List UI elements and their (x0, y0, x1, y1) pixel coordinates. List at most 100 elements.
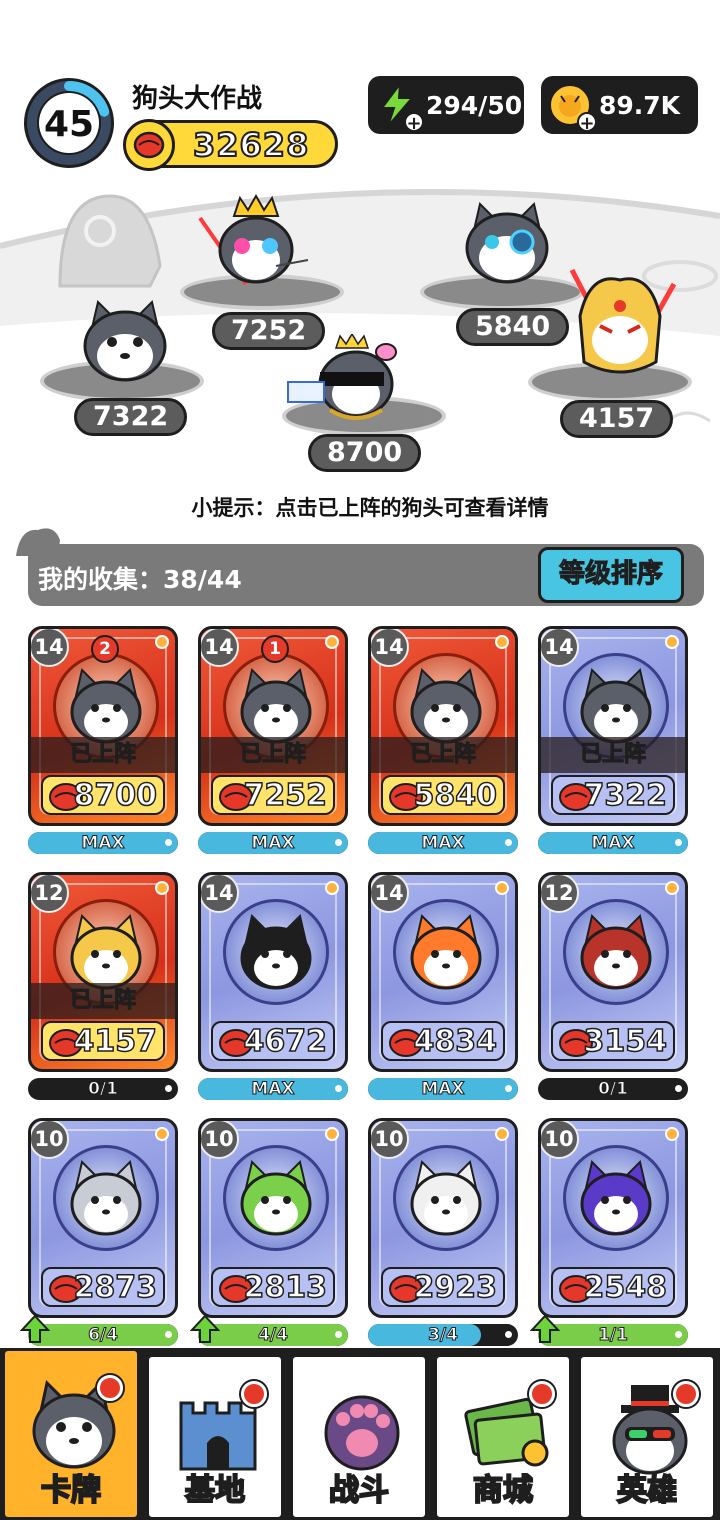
card-power: 4834 (381, 1021, 505, 1061)
tab-cards[interactable]: 卡牌 (2, 1348, 140, 1520)
paw-icon (324, 1395, 400, 1471)
card-level-badge: 12 (31, 875, 69, 913)
total-power-pill: 32628 (123, 119, 338, 171)
tab-heroes[interactable]: 英雄 (578, 1354, 716, 1520)
progress-label: MAX (81, 833, 125, 854)
progress-label: 3/4 (428, 1325, 459, 1346)
dog-card[interactable]: 10 2873 (28, 1118, 178, 1318)
total-power-value: 32628 (192, 125, 310, 165)
card-progress-bar: MAX (368, 832, 518, 854)
dog-card[interactable]: 10 2923 (368, 1118, 518, 1318)
dog-card[interactable]: 14 4672 (198, 872, 348, 1072)
card-progress-bar: 0/1 (28, 1078, 178, 1100)
slot-power: 7322 (74, 398, 188, 436)
energy-counter[interactable]: + 294/50 (368, 76, 524, 134)
upgrade-arrow-icon[interactable] (529, 1314, 561, 1344)
plain-dog-head-icon (83, 300, 167, 382)
lightning-icon: + (374, 80, 424, 134)
progress-label: 4/4 (258, 1325, 289, 1346)
laser-eyes-dog-portrait-icon (393, 1145, 499, 1251)
card-power: 2923 (381, 1267, 505, 1307)
slot-power: 5840 (456, 308, 570, 346)
add-energy-icon[interactable]: + (404, 112, 424, 134)
card-progress-bar: 3/4 (368, 1324, 518, 1346)
card-level-badge: 14 (541, 629, 579, 667)
card-power: 4157 (41, 1021, 165, 1061)
card-progress-bar: MAX (538, 832, 688, 854)
progress-end-dot (675, 1085, 682, 1092)
slot-power: 8700 (308, 434, 422, 472)
card-progress-bar: MAX (198, 832, 348, 854)
notification-dot (529, 1381, 555, 1407)
game-title: 狗头大作战 (132, 84, 263, 114)
upgrade-arrow-icon[interactable] (189, 1314, 221, 1344)
dog-card[interactable]: 12 已上阵 4157 (28, 872, 178, 1072)
progress-label: MAX (421, 833, 465, 854)
crown-laser-dog-head-icon (198, 194, 309, 286)
dog-card[interactable]: 14 1 已上阵 7252 (198, 626, 348, 826)
energy-value: 294/50 (426, 90, 523, 120)
progress-label: MAX (251, 833, 295, 854)
card-progress-bar: MAX (28, 832, 178, 854)
collection-count: 我的收集：38/44 (38, 565, 242, 594)
progress-label: 0/1 (598, 1079, 629, 1100)
card-corner-gem (665, 635, 679, 649)
fire-ice-dog-portrait-icon (393, 899, 499, 1005)
card-corner-gem (325, 881, 339, 895)
card-corner-gem (325, 1127, 339, 1141)
dog-card[interactable]: 14 已上阵 5840 (368, 626, 518, 826)
deployed-label: 已上阵 (541, 737, 685, 773)
card-power-value: 2813 (243, 1269, 328, 1306)
card-power: 3154 (551, 1021, 675, 1061)
card-progress-bar: MAX (368, 1078, 518, 1100)
astronaut-dog-portrait-icon (53, 1145, 159, 1251)
card-power-value: 5840 (413, 777, 498, 814)
card-power-value: 3154 (583, 1023, 668, 1060)
card-rank-badge: 1 (261, 635, 289, 663)
progress-end-dot (335, 839, 342, 846)
card-power-value: 7322 (583, 777, 668, 814)
upgrade-arrow-icon[interactable] (19, 1314, 51, 1344)
tab-label: 英雄 (616, 1472, 678, 1509)
tab-label: 战斗 (328, 1472, 390, 1509)
dog-card[interactable]: 14 2 已上阵 8700 (28, 626, 178, 826)
dog-card[interactable]: 14 4834 (368, 872, 518, 1072)
notification-dot (97, 1375, 123, 1401)
tab-shop[interactable]: 商城 (434, 1354, 572, 1520)
progress-end-dot (505, 1085, 512, 1092)
dog-card[interactable]: 14 已上阵 7322 (538, 626, 688, 826)
boxing-glove-icon (123, 119, 175, 171)
add-coins-icon[interactable]: + (577, 112, 597, 134)
progress-end-dot (165, 839, 172, 846)
tab-base[interactable]: 基地 (146, 1354, 284, 1520)
coin-counter[interactable]: + 89.7K (541, 76, 698, 134)
card-power-value: 7252 (243, 777, 328, 814)
card-corner-gem (665, 881, 679, 895)
blur-dog-portrait-icon (563, 1145, 669, 1251)
progress-label: MAX (251, 1079, 295, 1100)
dog-card[interactable]: 10 2813 (198, 1118, 348, 1318)
player-level-ring[interactable]: 45 (20, 74, 118, 172)
sort-by-level-button[interactable]: 等级排序 (538, 547, 684, 603)
hint-text: 小提示：点击已上阵的狗头可查看详情 (191, 496, 549, 520)
card-power-value: 8700 (73, 777, 158, 814)
card-power: 2873 (41, 1267, 165, 1307)
progress-end-dot (335, 1331, 342, 1338)
tab-label: 商城 (472, 1472, 534, 1509)
dog-card[interactable]: 10 2548 (538, 1118, 688, 1318)
tab-label: 卡牌 (40, 1472, 102, 1509)
card-progress-bar: MAX (198, 1078, 348, 1100)
card-progress-bar: 0/1 (538, 1078, 688, 1100)
slot-power: 4157 (560, 400, 674, 438)
card-corner-gem (495, 635, 509, 649)
dino-hood-dog-portrait-icon (223, 1145, 329, 1251)
progress-end-dot (675, 839, 682, 846)
collection-bar: 我的收集：38/44 等级排序 (28, 544, 704, 606)
progress-end-dot (165, 1085, 172, 1092)
card-rank-badge: 2 (91, 635, 119, 663)
tab-battle[interactable]: 战斗 (290, 1354, 428, 1520)
progress-end-dot (505, 839, 512, 846)
dog-card[interactable]: 12 3154 (538, 872, 688, 1072)
card-power: 7322 (551, 775, 675, 815)
coin-value: 89.7K (599, 90, 681, 120)
